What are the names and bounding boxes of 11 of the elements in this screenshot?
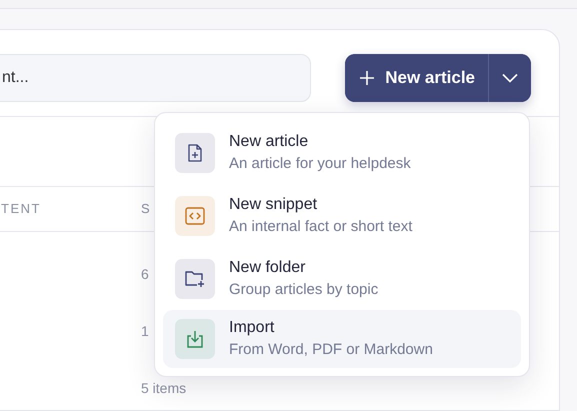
dropdown-toggle-button[interactable]: [488, 54, 531, 102]
plus-icon: [359, 70, 376, 86]
caret-icon: [502, 73, 518, 83]
column-header: TENT: [1, 200, 41, 218]
table-cell-text: 6: [141, 265, 149, 284]
menu-item[interactable]: Import From Word, PDF or Markdown: [163, 310, 521, 368]
table-cell-text: 5 items: [141, 379, 186, 398]
new-article-button[interactable]: New article: [345, 54, 488, 102]
search-field[interactable]: nt...: [0, 54, 311, 102]
table-cell-text: 1: [141, 322, 149, 341]
column-header: S: [141, 200, 152, 218]
